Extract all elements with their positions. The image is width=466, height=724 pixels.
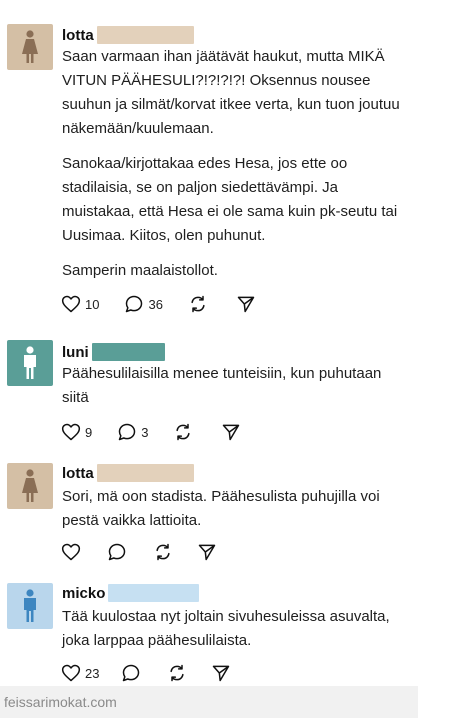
like-button[interactable]: 9	[61, 422, 92, 442]
action-bar: 23	[61, 661, 231, 685]
repost-icon	[156, 543, 170, 561]
redacted-name	[96, 464, 194, 482]
like-button[interactable]: 23	[61, 663, 99, 683]
comment-bubble-icon	[118, 423, 136, 441]
comment-count: 36	[148, 296, 163, 312]
redacted-name	[108, 584, 200, 602]
watermark-bar: feissarimokat.com	[0, 686, 418, 718]
redacted-name	[96, 26, 194, 44]
comment-bubble-icon	[126, 295, 143, 313]
repost-button[interactable]	[153, 542, 173, 562]
share-button[interactable]	[197, 542, 217, 562]
person-male-icon	[24, 589, 36, 622]
post-paragraph: Tää kuulostaa nyt joltain sivuhesuleissa…	[62, 608, 390, 649]
share-button[interactable]	[236, 294, 256, 314]
action-bar	[61, 540, 217, 564]
send-icon	[223, 424, 240, 441]
post-paragraph: Sanokaa/kirjottakaa edes Hesa, jos ette …	[62, 155, 398, 244]
post-header: lotta	[62, 25, 194, 45]
like-count: 23	[85, 665, 100, 681]
repost-button[interactable]	[173, 422, 193, 442]
action-bar: 9 3	[61, 420, 241, 444]
heart-icon	[61, 423, 81, 441]
like-count: 10	[85, 296, 100, 312]
avatar[interactable]	[7, 340, 53, 386]
repost-icon	[170, 664, 185, 682]
comment-count: 3	[141, 424, 149, 440]
heart-icon	[61, 543, 81, 561]
watermark: feissarimokat.com	[4, 694, 117, 710]
share-button[interactable]	[211, 663, 231, 683]
comment-button[interactable]: 36	[124, 294, 163, 314]
repost-icon	[176, 423, 191, 441]
avatar[interactable]	[7, 463, 53, 509]
repost-icon	[191, 295, 205, 313]
like-button[interactable]: 10	[61, 294, 99, 314]
comment-bubble-icon	[123, 664, 140, 682]
repost-button[interactable]	[188, 294, 208, 314]
send-icon	[237, 296, 255, 313]
like-count: 9	[85, 424, 93, 440]
person-female-icon	[22, 30, 38, 63]
comment-bubble-icon	[108, 543, 126, 561]
post-body: Tää kuulostaa nyt joltain sivuhesuleissa…	[62, 605, 402, 653]
username[interactable]: micko	[62, 585, 105, 602]
person-female-icon	[22, 469, 38, 502]
post-paragraph: Sori, mä oon stadista. Päähesulista puhu…	[62, 488, 380, 529]
post-body: Sori, mä oon stadista. Päähesulista puhu…	[62, 485, 402, 533]
comment-button[interactable]	[107, 542, 131, 562]
post-paragraph: Saan varmaan ihan jäätävät haukut, mutta…	[62, 48, 400, 137]
comment-button[interactable]	[121, 663, 145, 683]
heart-icon	[61, 295, 81, 313]
post-body: Saan varmaan ihan jäätävät haukut, mutta…	[62, 45, 402, 283]
avatar[interactable]	[7, 583, 53, 629]
username[interactable]: luni	[62, 344, 89, 361]
send-icon	[213, 665, 230, 682]
share-button[interactable]	[221, 422, 241, 442]
heart-icon	[61, 664, 81, 682]
username[interactable]: lotta	[62, 465, 94, 482]
post-paragraph: Samperin maalaistollot.	[62, 262, 218, 279]
repost-button[interactable]	[167, 663, 187, 683]
comment-button[interactable]: 3	[117, 422, 148, 442]
redacted-name	[91, 343, 165, 361]
person-male-icon	[24, 346, 36, 379]
username[interactable]: lotta	[62, 27, 94, 44]
post-header: lotta	[62, 463, 194, 483]
post-body: Päähesulilaisilla menee tunteisiin, kun …	[62, 362, 402, 410]
post-paragraph: Päähesulilaisilla menee tunteisiin, kun …	[62, 365, 382, 406]
avatar[interactable]	[7, 24, 53, 70]
action-bar: 10 36	[61, 292, 256, 316]
send-icon	[198, 544, 216, 561]
like-button[interactable]	[61, 542, 85, 562]
post-header: luni	[62, 342, 165, 362]
post-header: micko	[62, 583, 200, 603]
